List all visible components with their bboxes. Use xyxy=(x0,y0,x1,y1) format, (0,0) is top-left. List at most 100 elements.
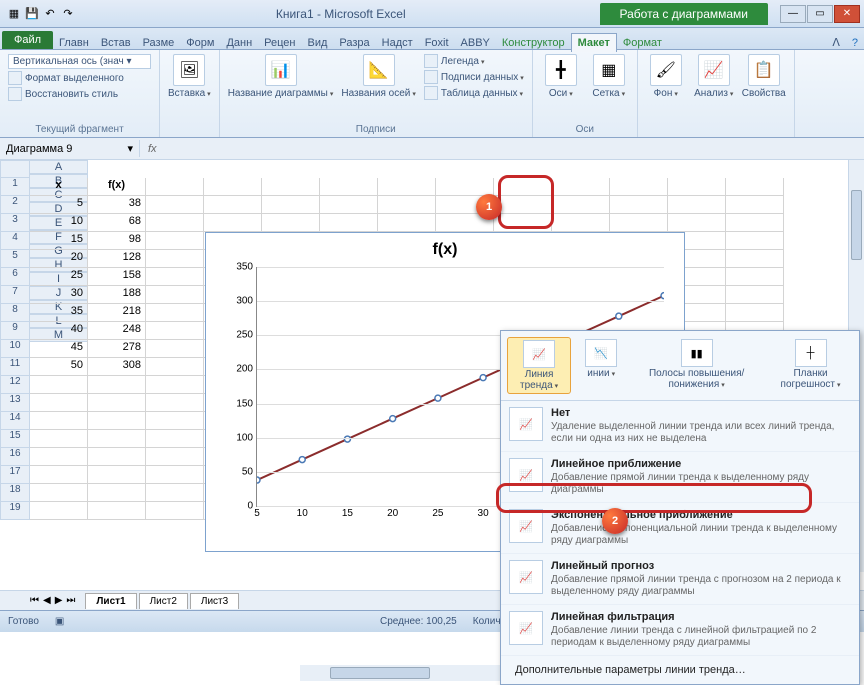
cell[interactable]: 68 xyxy=(88,214,146,232)
cell[interactable] xyxy=(88,484,146,502)
cell[interactable] xyxy=(726,250,784,268)
save-icon[interactable]: 💾 xyxy=(24,6,40,22)
cell[interactable] xyxy=(146,484,204,502)
row-header[interactable]: 12 xyxy=(0,376,30,394)
cell[interactable] xyxy=(726,214,784,232)
cell[interactable] xyxy=(552,196,610,214)
cell[interactable] xyxy=(146,250,204,268)
cell[interactable] xyxy=(552,178,610,196)
insert-button[interactable]: 🖼Вставка xyxy=(168,54,211,99)
trendline-option[interactable]: 📈Линейный прогнозДобавление прямой линии… xyxy=(501,554,859,605)
cell[interactable] xyxy=(146,358,204,376)
cell[interactable] xyxy=(610,196,668,214)
cell[interactable] xyxy=(320,214,378,232)
gridlines-button[interactable]: ▦Сетка xyxy=(589,54,629,99)
cell[interactable] xyxy=(146,466,204,484)
cell[interactable] xyxy=(146,286,204,304)
maximize-button[interactable]: ▭ xyxy=(807,5,833,23)
undo-icon[interactable]: ↶ xyxy=(42,6,58,22)
cell[interactable] xyxy=(204,178,262,196)
cell[interactable] xyxy=(30,466,88,484)
more-trendline-options[interactable]: Дополнительные параметры линии тренда… xyxy=(501,656,859,684)
cell[interactable] xyxy=(494,178,552,196)
data-table-button[interactable]: Таблица данных xyxy=(441,88,523,99)
cell[interactable]: 35 xyxy=(30,304,88,322)
row-header[interactable]: 13 xyxy=(0,394,30,412)
cell[interactable]: 218 xyxy=(88,304,146,322)
cell[interactable]: 98 xyxy=(88,232,146,250)
cell[interactable]: 25 xyxy=(30,268,88,286)
cell[interactable]: 40 xyxy=(30,322,88,340)
axis-titles-button[interactable]: 📐Названия осей xyxy=(341,54,416,99)
cell[interactable] xyxy=(262,178,320,196)
file-tab[interactable]: Файл xyxy=(2,31,53,49)
row-header[interactable]: 16 xyxy=(0,448,30,466)
minimize-button[interactable]: — xyxy=(780,5,806,23)
cell[interactable] xyxy=(610,214,668,232)
cell[interactable] xyxy=(726,178,784,196)
chart-element-selector[interactable]: Вертикальная ось (знач ▾ xyxy=(8,54,151,69)
tab-nav-first-icon[interactable]: ⏮ xyxy=(30,595,39,606)
row-header[interactable]: 9 xyxy=(0,322,30,340)
cell[interactable] xyxy=(146,430,204,448)
row-header[interactable]: 5 xyxy=(0,250,30,268)
cell[interactable] xyxy=(30,412,88,430)
tab-nav-last-icon[interactable]: ⏭ xyxy=(66,595,75,606)
minimize-ribbon-icon[interactable]: ᐱ xyxy=(826,36,846,49)
properties-button[interactable]: 📋Свойства xyxy=(742,54,786,99)
sheet-tab[interactable]: Лист1 xyxy=(85,593,136,609)
cell[interactable] xyxy=(494,196,552,214)
sheet-tab[interactable]: Лист3 xyxy=(190,593,239,609)
row-header[interactable]: 15 xyxy=(0,430,30,448)
cell[interactable] xyxy=(146,376,204,394)
cell[interactable] xyxy=(30,502,88,520)
tab-nav-prev-icon[interactable]: ◀ xyxy=(43,595,51,606)
row-header[interactable]: 6 xyxy=(0,268,30,286)
cell[interactable] xyxy=(726,196,784,214)
lines-button[interactable]: 📉инии xyxy=(577,337,625,394)
trendline-option[interactable]: 📈Линейное приближениеДобавление прямой л… xyxy=(501,452,859,503)
cell[interactable] xyxy=(88,376,146,394)
cell[interactable] xyxy=(494,214,552,232)
cell[interactable] xyxy=(146,178,204,196)
cell[interactable]: 158 xyxy=(88,268,146,286)
row-header[interactable]: 4 xyxy=(0,232,30,250)
cell[interactable] xyxy=(146,412,204,430)
row-header[interactable]: 10 xyxy=(0,340,30,358)
trendline-option[interactable]: 📈Линейная фильтрацияДобавление линии тре… xyxy=(501,605,859,656)
cell[interactable] xyxy=(146,448,204,466)
cell[interactable] xyxy=(146,502,204,520)
cell[interactable] xyxy=(146,268,204,286)
fx-icon[interactable]: fx xyxy=(140,143,165,155)
status-record-icon[interactable]: ▣ xyxy=(55,616,64,627)
cell[interactable] xyxy=(146,214,204,232)
cell[interactable] xyxy=(88,466,146,484)
cell[interactable]: 20 xyxy=(30,250,88,268)
row-header[interactable]: 11 xyxy=(0,358,30,376)
cell[interactable] xyxy=(668,214,726,232)
cell[interactable] xyxy=(378,178,436,196)
cell[interactable]: x xyxy=(30,178,88,196)
trendline-button[interactable]: 📈Линия тренда xyxy=(507,337,571,394)
cell[interactable]: 128 xyxy=(88,250,146,268)
cell[interactable] xyxy=(668,196,726,214)
name-box[interactable]: Диаграмма 9▾ xyxy=(0,140,140,157)
reset-style-button[interactable]: Восстановить стиль xyxy=(25,89,118,100)
cell[interactable] xyxy=(726,304,784,322)
cell[interactable]: 10 xyxy=(30,214,88,232)
cell[interactable] xyxy=(88,502,146,520)
sheet-tab[interactable]: Лист2 xyxy=(139,593,188,609)
row-header[interactable]: 19 xyxy=(0,502,30,520)
cell[interactable] xyxy=(88,430,146,448)
trendline-option[interactable]: 📈Экспоненциальное приближениеДобавление … xyxy=(501,503,859,554)
cell[interactable] xyxy=(378,196,436,214)
cell[interactable]: 308 xyxy=(88,358,146,376)
cell[interactable]: 188 xyxy=(88,286,146,304)
cell[interactable]: 38 xyxy=(88,196,146,214)
cell[interactable]: f(x) xyxy=(88,178,146,196)
cell[interactable]: 248 xyxy=(88,322,146,340)
format-selection-button[interactable]: Формат выделенного xyxy=(25,73,124,84)
cell[interactable] xyxy=(88,412,146,430)
cell[interactable]: 45 xyxy=(30,340,88,358)
close-button[interactable]: ✕ xyxy=(834,5,860,23)
